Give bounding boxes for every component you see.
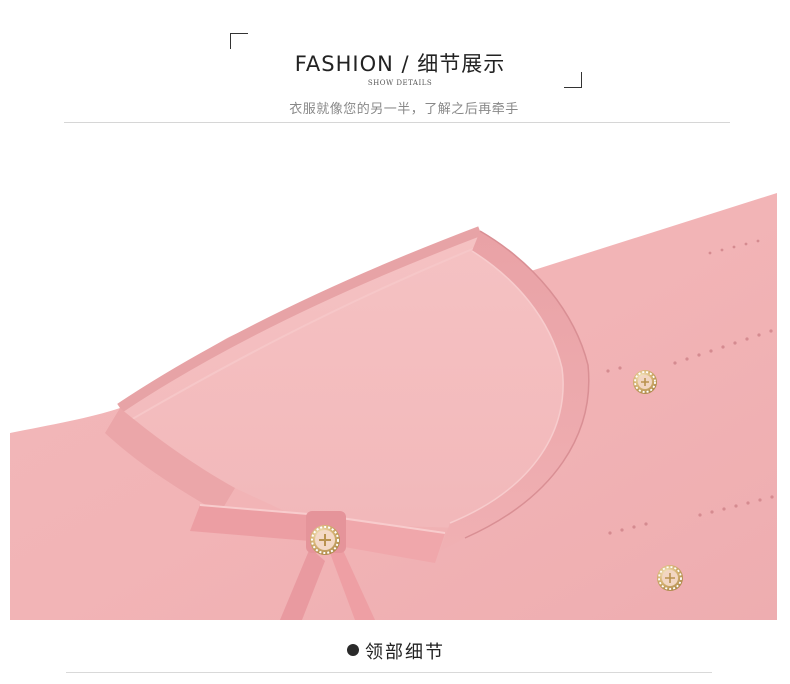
caption-divider — [66, 672, 712, 673]
corner-bracket-bottom-right — [564, 72, 582, 88]
header-divider — [64, 122, 730, 123]
rhinestone-button-collar — [310, 525, 340, 555]
bullet-dot-icon — [347, 644, 359, 656]
section-title: FASHION / 细节展示 — [294, 52, 506, 76]
rhinestone-button-lower — [657, 565, 683, 591]
collar-detail-photo — [10, 193, 777, 620]
corner-bracket-top-left — [230, 33, 248, 49]
photo-caption: 领部细节 — [0, 638, 790, 664]
section-subtitle: SHOW DETAILS — [367, 79, 433, 87]
section-tagline: 衣服就像您的另一半，了解之后再牵手 — [289, 102, 519, 117]
caption-label: 领部细节 — [365, 642, 445, 663]
section-header: FASHION / 细节展示 SHOW DETAILS 衣服就像您的另一半，了解… — [0, 0, 790, 130]
rhinestone-button-upper — [633, 370, 657, 394]
